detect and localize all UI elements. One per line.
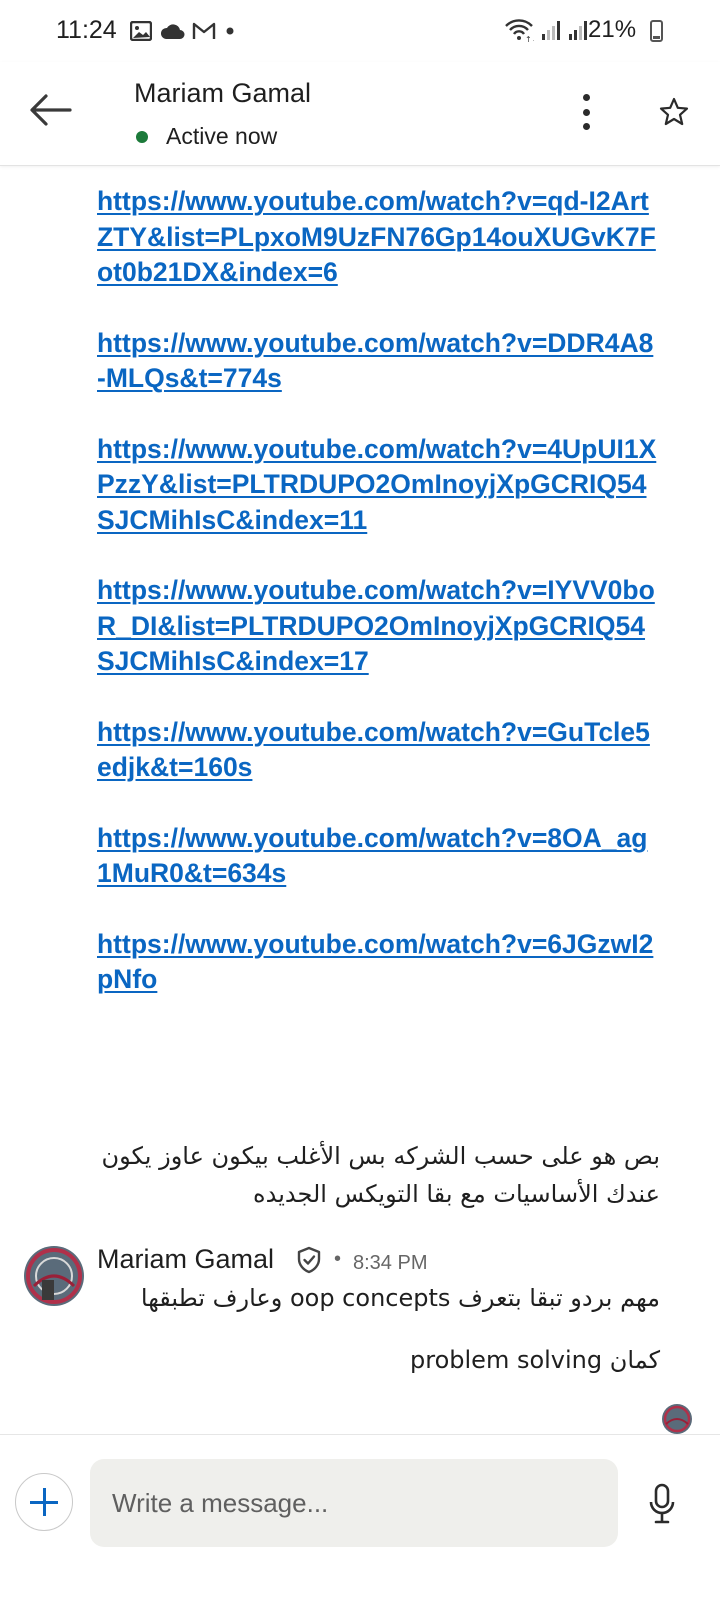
status-time: 11:24 (56, 16, 117, 44)
message-link[interactable]: https://www.youtube.com/watch?v=qd-I2Art… (97, 184, 657, 291)
microphone-icon[interactable] (648, 1483, 676, 1525)
avatar[interactable] (24, 1246, 84, 1306)
message-link[interactable]: https://www.youtube.com/watch?v=4UpUI1XP… (97, 432, 657, 539)
signal-icon (569, 21, 587, 40)
battery-percent: 21% (588, 16, 637, 43)
notification-icons (130, 18, 237, 44)
message-composer (0, 1434, 720, 1600)
star-icon[interactable] (658, 96, 690, 128)
dot-icon (226, 27, 234, 35)
more-options-icon[interactable] (568, 88, 604, 136)
link-messages: https://www.youtube.com/watch?v=qd-I2Art… (97, 184, 657, 1033)
add-attachment-button[interactable] (15, 1473, 73, 1531)
online-dot-icon (136, 130, 148, 143)
message-input[interactable] (90, 1459, 618, 1547)
wifi-icon: ↑↓ (505, 19, 534, 42)
verified-shield-icon (297, 1246, 321, 1274)
separator-dot: • (334, 1248, 342, 1270)
presence-label: Active now (166, 123, 278, 149)
battery-icon (650, 20, 663, 42)
signal-icon (542, 21, 560, 40)
cloud-icon (160, 24, 185, 39)
message-link[interactable]: https://www.youtube.com/watch?v=GuTcle5e… (97, 715, 657, 786)
message-text: بص هو على حسب الشركه بس الأغلب بيكون عاو… (101, 1142, 660, 1208)
message-text: كمان problem solving (410, 1346, 660, 1374)
message-link[interactable]: https://www.youtube.com/watch?v=IYVV0boR… (97, 573, 657, 680)
message-timestamp: 8:34 PM (353, 1252, 428, 1274)
contact-name[interactable]: Mariam Gamal (134, 78, 311, 109)
back-arrow-icon[interactable] (26, 90, 76, 130)
gmail-icon (192, 22, 216, 39)
svg-text:↑↓: ↑↓ (525, 35, 534, 42)
status-bar: 11:24 ↑↓ 21% (0, 0, 720, 62)
sender-name[interactable]: Mariam Gamal (97, 1244, 274, 1275)
message-link[interactable]: https://www.youtube.com/watch?v=8OA_ag1M… (97, 821, 657, 892)
presence-status: Active now (134, 123, 277, 150)
gallery-icon (130, 21, 152, 41)
conversation-header: Mariam Gamal Active now (0, 62, 720, 166)
message-link[interactable]: https://www.youtube.com/watch?v=DDR4A8-M… (97, 326, 657, 397)
message-text: مهم بردو تبقا بتعرف oop concepts وعارف ت… (140, 1284, 660, 1312)
message-link[interactable]: https://www.youtube.com/watch?v=6JGzwI2p… (97, 927, 657, 998)
read-receipt-avatar (662, 1404, 692, 1434)
connectivity-icons: ↑↓ (504, 16, 588, 44)
